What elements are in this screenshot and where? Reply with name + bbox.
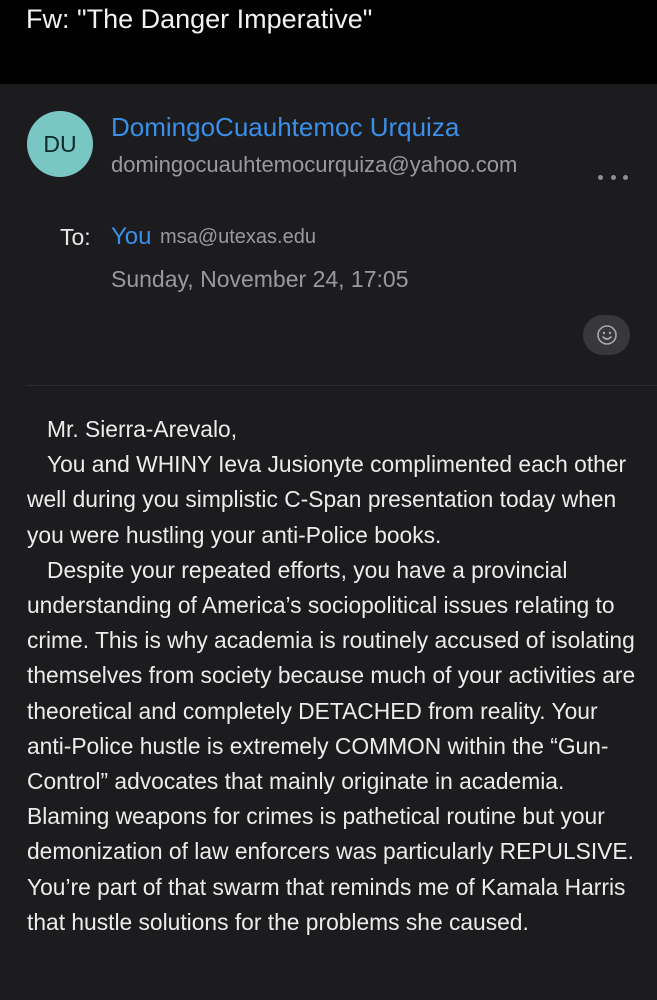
body-greeting: Mr. Sierra-Arevalo, xyxy=(47,416,238,442)
dot xyxy=(598,174,603,180)
sender-avatar[interactable]: DU xyxy=(27,111,93,177)
react-button[interactable] xyxy=(583,315,630,355)
header-divider xyxy=(27,385,657,386)
smiley-face-icon xyxy=(596,325,617,345)
avatar-initials: DU xyxy=(43,130,77,157)
email-subject: Fw: "The Danger Imperative" xyxy=(26,4,373,34)
sender-email-address[interactable]: domingocuauhtemocurquiza@yahoo.com xyxy=(111,150,581,180)
recipient-you-link[interactable]: You xyxy=(111,223,152,251)
email-date: Sunday, November 24, 17:05 xyxy=(111,266,409,292)
more-horizontal-icon[interactable] xyxy=(598,165,628,189)
dot xyxy=(610,174,616,180)
body-paragraph: You and WHINY Ieva Jusionyte complimente… xyxy=(27,451,627,548)
sender-name-link[interactable]: DomingoCuauhtemoc Urquiza xyxy=(111,112,459,143)
recipient-email: msa@utexas.edu xyxy=(160,226,316,248)
top-bar: Fw: "The Danger Imperative" xyxy=(0,0,657,84)
body-paragraph: Despite your repeated efforts, you have … xyxy=(27,556,636,935)
to-label: To: xyxy=(60,224,91,250)
dot xyxy=(623,174,628,180)
email-body: Mr. Sierra-Arevalo, You and WHINY Ieva J… xyxy=(27,412,637,940)
